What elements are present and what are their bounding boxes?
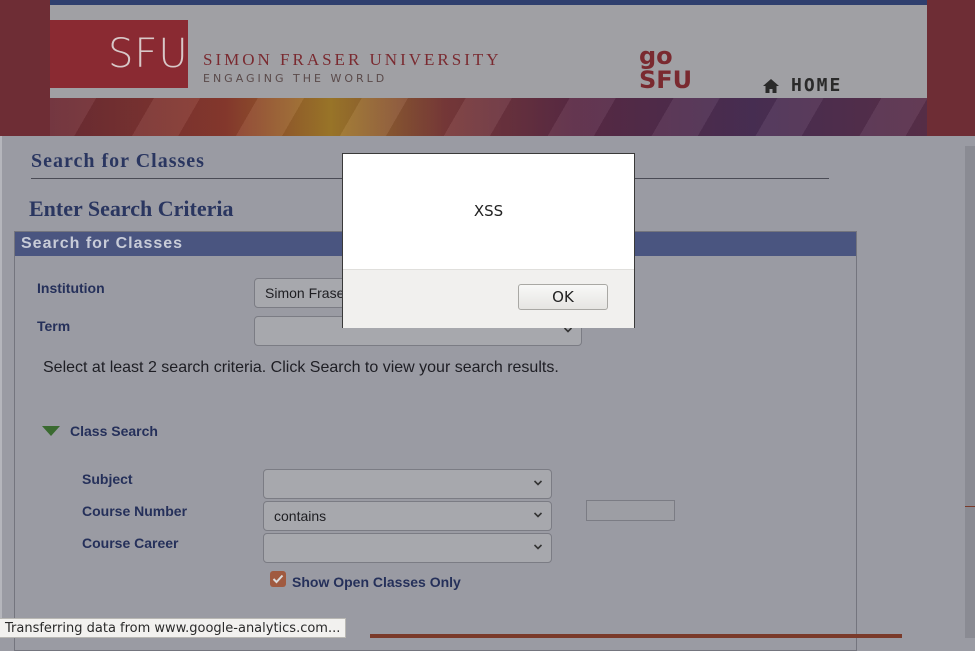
home-icon [763,78,779,93]
banner-right-edge [927,0,975,136]
chevron-down-icon [534,544,542,550]
checkmark-icon [272,574,284,584]
subject-select[interactable] [263,469,552,499]
alert-dialog: XSS OK [342,153,635,328]
bottom-accent-line [370,634,902,638]
content-left-border [0,136,2,638]
search-instructions: Select at least 2 search criteria. Click… [43,359,559,376]
gosfu-logo[interactable]: go SFU [639,44,692,92]
course-number-operator-value: contains [274,508,327,524]
sfu-logo[interactable]: SFU [50,20,188,88]
term-label: Term [37,318,71,334]
subject-label: Subject [82,471,133,487]
class-search-toggle[interactable]: Class Search [42,423,158,439]
course-number-label: Course Number [82,503,188,519]
header-decorative-stripe [50,98,927,136]
institution-label: Institution [37,280,105,296]
chevron-down-icon [534,512,542,518]
course-career-select[interactable] [263,533,552,563]
gosfu-line1: go [639,42,673,70]
section-title: Enter Search Criteria [29,196,234,221]
alert-footer: OK [343,269,634,328]
banner-left-edge [0,0,50,136]
university-tagline: ENGAGING THE WORLD [203,72,388,85]
expand-triangle-icon [42,426,60,436]
open-classes-label[interactable]: Show Open Classes Only [292,574,461,590]
open-classes-checkbox[interactable] [270,571,286,587]
course-career-label: Course Career [82,535,179,551]
content-right-strip [965,146,975,638]
home-link[interactable]: HOME [763,75,842,96]
ok-button[interactable]: OK [518,284,608,310]
class-search-label: Class Search [70,423,158,439]
header-top-line [50,0,927,5]
university-name: SIMON FRASER UNIVERSITY [203,50,502,69]
course-number-operator-select[interactable]: contains [263,501,552,531]
course-number-input[interactable] [586,500,675,521]
home-label: HOME [791,75,843,96]
browser-status-bar: Transferring data from www.google-analyt… [0,618,347,638]
page-title: Search for Classes [31,150,205,172]
gosfu-line2: SFU [639,66,693,94]
alert-message: XSS [473,202,504,220]
chevron-down-icon [534,480,542,486]
site-header: SFU SIMON FRASER UNIVERSITY ENGAGING THE… [50,0,927,136]
